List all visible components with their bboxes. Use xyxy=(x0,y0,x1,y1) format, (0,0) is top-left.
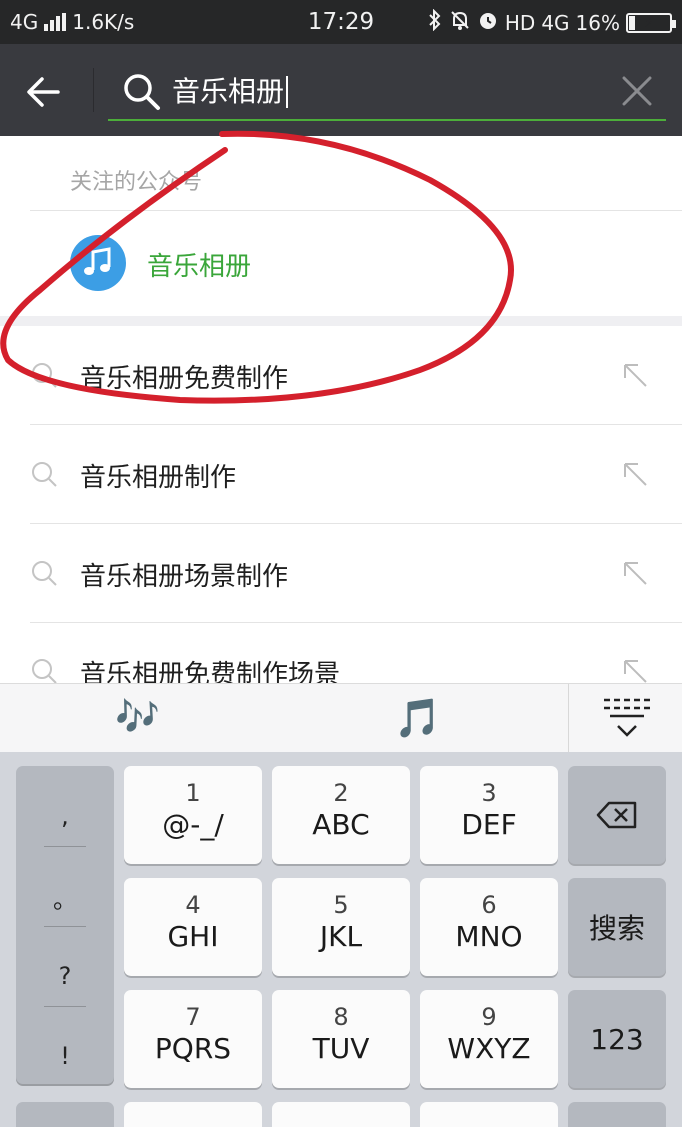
key-number: 4 xyxy=(185,891,201,919)
punctuation-column[interactable]: , 。 ? ! xyxy=(16,766,114,1084)
search-key[interactable]: 搜索 xyxy=(568,878,666,976)
music-note-icon xyxy=(84,247,111,275)
key-number: 9 xyxy=(481,1003,497,1031)
key-6[interactable]: 6 MNO xyxy=(420,878,558,976)
bottom-right-key[interactable] xyxy=(568,1102,666,1127)
search-key-label: 搜索 xyxy=(588,912,645,945)
fill-query-arrow-icon[interactable] xyxy=(622,560,648,586)
t9-keyboard: , 。 ? ! 1 @-_/ 2 ABC 3 DEF 4 GHI 5 JKL 6… xyxy=(0,752,682,1127)
back-button[interactable] xyxy=(22,70,66,114)
hd-label: HD xyxy=(504,10,536,35)
status-right: HD 4G 16% ⚡ xyxy=(427,8,676,36)
account-name: 音乐相册 xyxy=(147,252,252,282)
fill-query-arrow-icon[interactable] xyxy=(622,658,648,684)
section-title-followed-accounts: 关注的公众号 xyxy=(70,170,203,195)
punct-divider xyxy=(44,846,86,847)
backspace-icon xyxy=(596,801,637,829)
alarm-icon xyxy=(477,9,499,36)
numbers-key[interactable]: 123 xyxy=(568,990,666,1088)
key-letters: MNO xyxy=(455,920,523,953)
search-query: 音乐相册 xyxy=(172,75,285,108)
punct-divider xyxy=(44,926,86,927)
back-arrow-icon xyxy=(27,77,60,107)
clear-search-button[interactable] xyxy=(620,74,654,108)
punct-divider xyxy=(44,1006,86,1007)
bottom-left-key[interactable] xyxy=(16,1102,114,1127)
fill-query-arrow-icon[interactable] xyxy=(622,461,648,487)
key-letters: GHI xyxy=(167,920,219,953)
search-header: 音乐相册 xyxy=(0,44,682,136)
key-2[interactable]: 2 ABC xyxy=(272,766,410,864)
account-item[interactable]: 音乐相册 xyxy=(0,212,682,316)
close-icon xyxy=(622,76,652,106)
key-letters: WXYZ xyxy=(447,1032,531,1065)
backspace-key[interactable] xyxy=(568,766,666,864)
key-letters: ABC xyxy=(312,808,370,841)
key-number: 6 xyxy=(481,891,497,919)
key-number: 3 xyxy=(481,779,497,807)
search-icon xyxy=(32,462,57,487)
punct-key[interactable]: , xyxy=(16,802,114,830)
battery-icon: ⚡ xyxy=(626,12,676,33)
numbers-key-label: 123 xyxy=(590,1022,644,1056)
status-bar: 4G 1.6K/s 17:29 HD 4G 16% ⚡ xyxy=(0,0,682,44)
hide-keyboard-button[interactable] xyxy=(600,696,652,740)
bottom-key[interactable] xyxy=(420,1102,558,1127)
suggestion-item[interactable]: 音乐相册制作 xyxy=(0,425,682,523)
key-letters: TUV xyxy=(312,1032,370,1065)
bottom-key[interactable] xyxy=(124,1102,262,1127)
bluetooth-icon xyxy=(427,8,443,36)
key-number: 5 xyxy=(333,891,349,919)
punct-key[interactable]: 。 xyxy=(16,880,114,915)
suggestion-item[interactable]: 音乐相册免费制作 xyxy=(0,326,682,424)
key-8[interactable]: 8 TUV xyxy=(272,990,410,1088)
emoji-suggestion-notes[interactable]: 🎶 xyxy=(115,696,160,738)
fill-query-arrow-icon[interactable] xyxy=(622,362,648,388)
suggestion-text: 音乐相册制作 xyxy=(80,463,237,493)
search-input[interactable]: 音乐相册 xyxy=(172,70,602,114)
key-5[interactable]: 5 JKL xyxy=(272,878,410,976)
key-9[interactable]: 9 WXYZ xyxy=(420,990,558,1088)
key-letters: PQRS xyxy=(154,1032,232,1065)
bottom-key[interactable] xyxy=(272,1102,410,1127)
keyboard-collapse-icon xyxy=(604,698,650,737)
key-7[interactable]: 7 PQRS xyxy=(124,990,262,1088)
section-divider xyxy=(30,210,682,211)
battery-percent: 16% xyxy=(575,10,620,35)
suggestion-text: 音乐相册免费制作 xyxy=(80,364,289,394)
emoji-suggestion-note[interactable]: 🎵 xyxy=(394,696,441,741)
suggestion-item[interactable]: 音乐相册场景制作 xyxy=(0,524,682,622)
keyboard-toolbar: 🎶 🎵 xyxy=(0,683,682,753)
key-number: 7 xyxy=(185,1003,201,1031)
punct-key[interactable]: ! xyxy=(16,1042,114,1070)
key-number: 1 xyxy=(185,779,201,807)
search-icon xyxy=(122,72,162,112)
account-avatar xyxy=(70,235,126,291)
toolbar-divider xyxy=(568,684,569,753)
network-type-right: 4G xyxy=(541,10,570,35)
search-icon xyxy=(32,659,57,684)
text-caret xyxy=(286,76,289,108)
key-letters: DEF xyxy=(461,808,517,841)
key-3[interactable]: 3 DEF xyxy=(420,766,558,864)
section-gap xyxy=(0,316,682,326)
suggestion-text: 音乐相册场景制作 xyxy=(80,562,289,592)
key-letters: JKL xyxy=(319,920,363,953)
key-1[interactable]: 1 @-_/ xyxy=(124,766,262,864)
key-letters: @-_/ xyxy=(162,808,224,841)
key-number: 2 xyxy=(333,779,349,807)
key-number: 8 xyxy=(333,1003,349,1031)
mute-bell-icon xyxy=(449,9,471,36)
punct-key[interactable]: ? xyxy=(16,962,114,990)
search-underline xyxy=(108,119,666,121)
search-icon xyxy=(32,561,57,586)
search-icon xyxy=(32,363,57,388)
header-divider xyxy=(93,68,94,112)
key-4[interactable]: 4 GHI xyxy=(124,878,262,976)
